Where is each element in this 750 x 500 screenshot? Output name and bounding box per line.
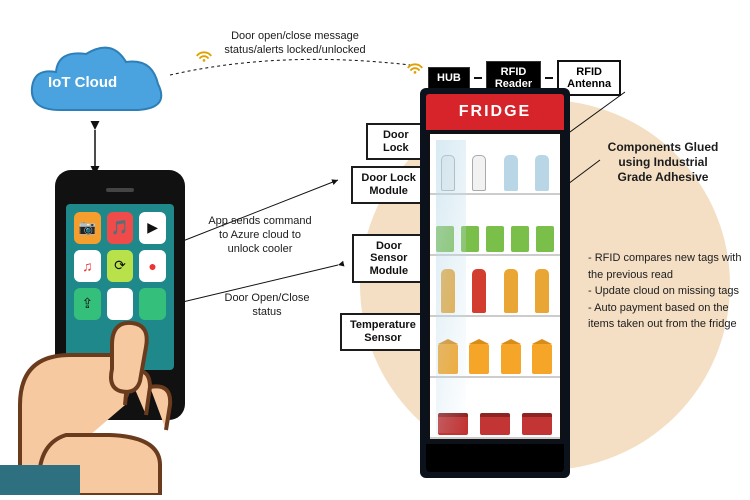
product-carton [532, 344, 552, 374]
product-bottle [535, 269, 549, 313]
product-bottle [441, 269, 455, 313]
product-box [480, 413, 510, 435]
smart-fridge: FRIDGE [420, 88, 570, 478]
note-rfid-list: RFID compares new tags with the previous… [588, 250, 748, 333]
product-box [438, 413, 468, 435]
product-carton [469, 344, 489, 374]
app-icon[interactable]: 🎵 [107, 212, 134, 244]
temperature-sensor-box: Temperature Sensor [340, 313, 426, 350]
product-carton [438, 344, 458, 374]
smartphone: 📷 🎵 ▶ ♫ ⟳ ● ⇪ [25, 170, 225, 470]
product-bottle [504, 269, 518, 313]
product-can [511, 226, 529, 252]
door-lock-module-label: Door Lock [366, 123, 426, 160]
app-icon[interactable]: ♫ [74, 250, 101, 282]
shelf [430, 317, 560, 378]
hub-box: HUB [428, 67, 470, 89]
wifi-icon [406, 60, 424, 74]
phone-speaker [106, 188, 134, 192]
hand-icon [0, 285, 230, 495]
door-sensor-module-box: Door Sensor Module [352, 234, 426, 284]
product-can [436, 226, 454, 252]
product-bottle [504, 155, 518, 191]
app-icon[interactable]: ⟳ [107, 250, 134, 282]
list-item: Auto payment based on the items taken ou… [588, 300, 748, 333]
product-bottle [472, 155, 486, 191]
shelf [430, 378, 560, 439]
product-bottle [472, 269, 486, 313]
product-bottle [535, 155, 549, 191]
list-item: RFID compares new tags with the previous… [588, 250, 748, 283]
app-icon[interactable]: 📷 [74, 212, 101, 244]
module-column: Door Lock Door Lock Module Door Sensor M… [340, 123, 426, 351]
list-item: Update cloud on missing tags [588, 283, 748, 300]
note-adhesive: Components Glued using Industrial Grade … [588, 140, 738, 185]
app-icon[interactable]: ▶ [139, 212, 166, 244]
fridge-glass [428, 132, 562, 441]
product-bottle [441, 155, 455, 191]
wifi-icon [195, 48, 213, 62]
product-can [536, 226, 554, 252]
app-icon[interactable]: ● [139, 250, 166, 282]
product-box [522, 413, 552, 435]
shelf [430, 195, 560, 256]
shelf [430, 134, 560, 195]
product-can [486, 226, 504, 252]
note-cloud-link: Door open/close message status/alerts lo… [210, 30, 380, 58]
product-can [461, 226, 479, 252]
door-lock-module-box: Door Lock Module [351, 166, 425, 203]
fridge-sign: FRIDGE [426, 94, 564, 130]
shelf [430, 256, 560, 317]
cloud-label: IoT Cloud [48, 74, 117, 91]
fridge-base [426, 444, 564, 472]
product-carton [501, 344, 521, 374]
